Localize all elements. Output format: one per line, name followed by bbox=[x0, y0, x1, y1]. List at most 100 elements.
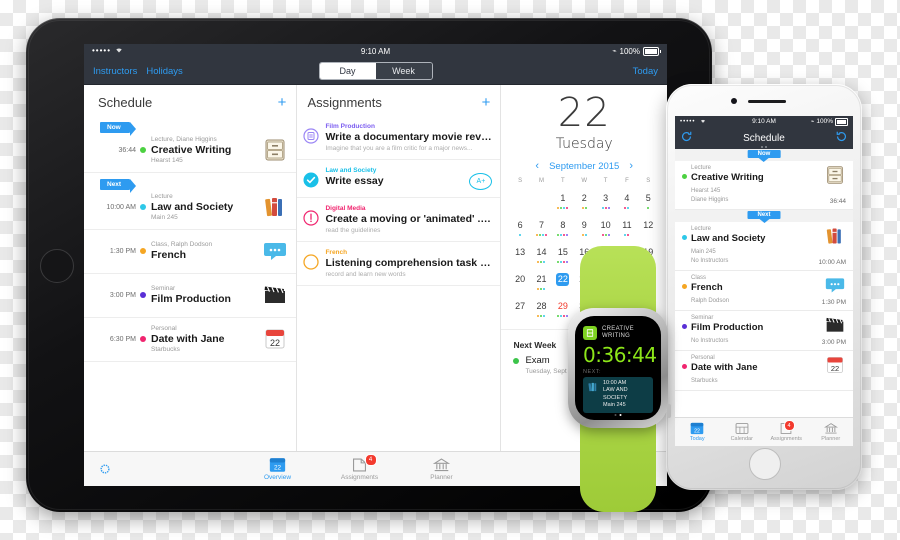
empty-circle-icon[interactable] bbox=[303, 254, 320, 270]
digital-crown[interactable] bbox=[667, 404, 671, 418]
tab-calendar[interactable]: Calendar bbox=[720, 418, 765, 446]
event-color-dot bbox=[682, 174, 687, 179]
calendar-event-dots bbox=[616, 207, 637, 210]
event-text: Lecture, Diane Higgins Creative Writing … bbox=[151, 136, 258, 164]
event-category: Seminar bbox=[691, 315, 714, 321]
battery-percent: 100% bbox=[816, 118, 833, 125]
tab-badge: 4 bbox=[783, 420, 795, 431]
calendar-cell[interactable]: 12 bbox=[638, 213, 659, 240]
event-bottom: No Instructors 3:00 PM bbox=[682, 337, 846, 346]
page-dots bbox=[761, 146, 767, 148]
iphone-front-camera bbox=[731, 98, 737, 104]
calendar-cell[interactable]: 5 bbox=[638, 186, 659, 213]
iphone-home-button[interactable] bbox=[749, 448, 781, 480]
next-badge-row: Next bbox=[84, 173, 296, 193]
tab-label: Assignments bbox=[340, 474, 379, 481]
tab-planner[interactable]: Planner bbox=[419, 457, 465, 481]
calendar-day: 4 bbox=[624, 193, 630, 203]
event-category: Lecture bbox=[691, 165, 712, 171]
nav-link-instructors[interactable]: Instructors bbox=[93, 66, 137, 77]
assignment-desc: record and learn new words bbox=[325, 271, 406, 278]
schedule-event-creative-writing[interactable]: 36:44 Lecture, Diane Higgins Creative Wr… bbox=[84, 129, 297, 173]
ipad-home-button[interactable] bbox=[40, 249, 74, 283]
ipad-clock: 9:10 AM bbox=[360, 46, 391, 56]
calendar-weekday: Tuesday bbox=[555, 136, 613, 152]
list-circle-icon[interactable] bbox=[303, 128, 320, 144]
battery-icon bbox=[643, 46, 661, 56]
event-name: Law and Society bbox=[151, 201, 234, 213]
event-time: 3:00 PM bbox=[109, 291, 136, 299]
iphone-event-film-production[interactable]: Seminar Film Production No Instructors 3… bbox=[675, 311, 853, 351]
assignment-row[interactable]: French Listening comprehension task on..… bbox=[297, 242, 501, 286]
battery-percent: 100% bbox=[619, 46, 640, 56]
check-filled-icon[interactable] bbox=[303, 172, 319, 188]
calendar-cell[interactable]: 9 bbox=[574, 213, 595, 240]
event-category: Lecture bbox=[151, 193, 173, 200]
clapperboard-icon bbox=[262, 283, 288, 307]
calendar-cell[interactable]: 6 bbox=[509, 213, 530, 240]
event-category: Class, Ralph Dodson bbox=[151, 241, 213, 248]
iphone-event-creative-writing[interactable]: Lecture Creative Writing Hearst 145 Dian… bbox=[675, 161, 853, 210]
assignment-row[interactable]: Law and Society Write essay A+ bbox=[297, 160, 501, 198]
calendar-day: 20 bbox=[515, 274, 526, 284]
tab-today[interactable]: 22 Today bbox=[675, 418, 720, 446]
schedule-event-french[interactable]: 1:30 PM Class, Ralph Dodson French bbox=[84, 230, 297, 274]
watch-app-header: CREATIVE WRITING bbox=[583, 326, 653, 340]
calendar-cell[interactable]: 1 bbox=[552, 186, 573, 213]
svg-text:22: 22 bbox=[270, 338, 280, 348]
segment-week[interactable]: Week bbox=[375, 63, 432, 79]
tab-overview[interactable]: 22 Overview bbox=[255, 457, 301, 481]
exclamation-circle-icon[interactable] bbox=[303, 210, 320, 226]
day-week-segmented-control[interactable]: Day Week bbox=[318, 62, 433, 80]
calendar-cell[interactable]: 21 bbox=[531, 267, 552, 294]
tab-planner[interactable]: Planner bbox=[809, 418, 854, 446]
calendar-cell[interactable]: 7 bbox=[531, 213, 552, 240]
calendar-event-dots bbox=[531, 234, 552, 237]
calendar-cell[interactable]: 11 bbox=[616, 213, 637, 240]
segment-day[interactable]: Day bbox=[319, 63, 376, 79]
assignment-row[interactable]: Film Production Write a documentary movi… bbox=[297, 116, 501, 160]
assignment-desc: Imagine that you are a film critic for a… bbox=[325, 145, 473, 152]
gear-icon[interactable] bbox=[98, 462, 112, 476]
assignment-row[interactable]: Digital Media Create a moving or 'animat… bbox=[297, 198, 501, 242]
nav-link-holidays[interactable]: Holidays bbox=[146, 66, 182, 77]
calendar-cell[interactable]: 14 bbox=[531, 240, 552, 267]
calendar-cell[interactable]: 28 bbox=[531, 294, 552, 321]
watch-next-card[interactable]: 10:00 AM LAW AND SOCIETY Main 245 bbox=[583, 377, 653, 413]
watch-card-time: 10:00 AM bbox=[603, 380, 627, 386]
watch-app-name-line1: CREATIVE bbox=[602, 326, 634, 333]
calendar-cell[interactable]: 3 bbox=[595, 186, 616, 213]
calendar-cell[interactable]: 2 bbox=[574, 186, 595, 213]
iphone-event-date-with-jane[interactable]: Personal Date with Jane 22 Starbucks bbox=[675, 351, 853, 391]
event-instructor: Ralph Dodson bbox=[691, 298, 730, 304]
calendar-cell[interactable]: 13 bbox=[509, 240, 530, 267]
add-assignment-button[interactable]: + bbox=[482, 95, 491, 110]
refresh-icon-right[interactable] bbox=[836, 131, 847, 145]
calendar-dow-header: T bbox=[561, 178, 565, 184]
event-top: Lecture Law and Society bbox=[682, 226, 846, 246]
chevron-left-icon[interactable]: ‹ bbox=[535, 160, 539, 172]
tab-assignments[interactable]: 4 Assignments bbox=[337, 454, 383, 481]
iphone-event-french[interactable]: Class French Ralph Dodson 1:30 PM bbox=[675, 271, 853, 311]
calendar-cell[interactable]: 27 bbox=[509, 294, 530, 321]
calendar-cell[interactable]: 20 bbox=[509, 267, 530, 294]
add-event-button[interactable]: + bbox=[278, 95, 287, 110]
event-name: Date with Jane bbox=[691, 362, 758, 373]
schedule-event-film-production[interactable]: 3:00 PM Seminar Film Production bbox=[84, 274, 297, 318]
calendar-cell[interactable]: 8 bbox=[552, 213, 573, 240]
schedule-event-date-with-jane[interactable]: 6:30 PM Personal Date with Jane Starbuck… bbox=[84, 318, 297, 362]
iphone-event-law-and-society[interactable]: Lecture Law and Society Main 245 No Inst… bbox=[675, 222, 853, 271]
file-cabinet-icon bbox=[262, 138, 288, 162]
watch-card-title: LAW AND SOCIETY bbox=[603, 387, 628, 401]
event-name: Creative Writing bbox=[151, 144, 232, 156]
schedule-event-law-and-society[interactable]: 10:00 AM Lecture Law and Society Main 24… bbox=[84, 186, 297, 230]
calendar-day: 28 bbox=[536, 301, 547, 311]
tab-assignments[interactable]: 4 Assignments bbox=[764, 418, 809, 446]
chevron-right-icon[interactable]: › bbox=[629, 160, 633, 172]
calendar-cell[interactable]: 4 bbox=[616, 186, 637, 213]
refresh-icon-left[interactable] bbox=[681, 131, 692, 145]
nav-link-today[interactable]: Today bbox=[633, 66, 658, 77]
iphone-status-bar: ••••• 9:10 AM ⌁ 100% bbox=[675, 116, 853, 127]
watch-app-name: CREATIVE WRITING bbox=[602, 326, 634, 340]
calendar-cell[interactable]: 10 bbox=[595, 213, 616, 240]
